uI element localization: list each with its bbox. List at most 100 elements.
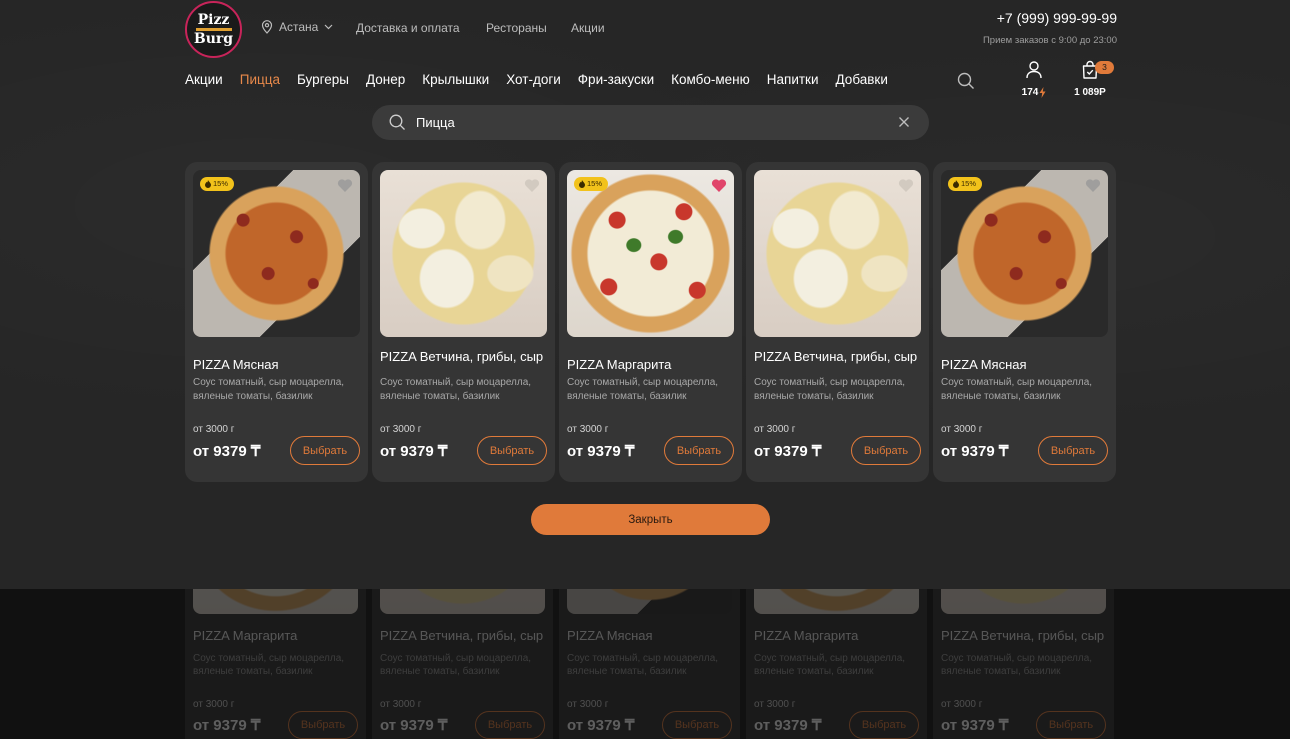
discount-badge: 15% bbox=[574, 177, 609, 191]
search-results: 15% PIZZA Мясная Соус томатный, сыр моца… bbox=[185, 162, 1117, 482]
clear-search-icon[interactable] bbox=[898, 116, 910, 128]
product-description: Соус томатный, сыр моцарелла, вяленые то… bbox=[567, 377, 719, 402]
cart-button[interactable]: 3 1 089Р bbox=[1068, 60, 1114, 98]
restaurants-link[interactable]: Рестораны bbox=[486, 21, 547, 35]
chevron-down-icon bbox=[324, 24, 333, 30]
heart-icon[interactable] bbox=[898, 178, 914, 193]
product-image[interactable] bbox=[754, 170, 921, 337]
search-field-icon bbox=[389, 114, 405, 130]
product-image[interactable]: 15% bbox=[567, 170, 734, 337]
nav-item-drinks[interactable]: Напитки bbox=[767, 72, 819, 90]
discount-value: 15% bbox=[961, 179, 977, 188]
heart-icon[interactable] bbox=[524, 178, 540, 193]
search-bar bbox=[372, 105, 929, 140]
background-product-title: PIZZA Маргарита bbox=[193, 628, 298, 643]
nav-item-pizza[interactable]: Пицца bbox=[240, 72, 280, 90]
logo-text-top: Pizz bbox=[197, 11, 230, 28]
background-product-title: PIZZA Ветчина, грибы, сыр bbox=[380, 628, 544, 643]
background-select-button: Выбрать bbox=[288, 711, 358, 739]
nav-item-burgers[interactable]: Бургеры bbox=[297, 72, 349, 90]
logo[interactable]: Pizz Burg bbox=[185, 1, 242, 58]
discount-badge: 15% bbox=[948, 177, 983, 191]
product-description: Соус томатный, сыр моцарелла, вяленые то… bbox=[754, 377, 906, 402]
background-select-button: Выбрать bbox=[849, 711, 919, 739]
product-price: от 9379 ₸ bbox=[193, 443, 261, 460]
search-icon[interactable] bbox=[957, 72, 975, 90]
heart-icon[interactable] bbox=[337, 178, 353, 193]
nav-item-combo[interactable]: Комбо-меню bbox=[671, 72, 750, 90]
background-select-button: Выбрать bbox=[475, 711, 545, 739]
background-product-description: Соус томатный, сыр моцарелла, вяленые то… bbox=[380, 653, 532, 677]
background-select-button: Выбрать bbox=[1036, 711, 1106, 739]
background-product-title: PIZZA Мясная bbox=[567, 628, 653, 643]
nav-item-promotions[interactable]: Акции bbox=[185, 72, 223, 90]
background-product-description: Соус томатный, сыр моцарелла, вяленые то… bbox=[567, 653, 719, 677]
background-product-weight: от 3000 г bbox=[941, 699, 983, 710]
background-product-weight: от 3000 г bbox=[193, 699, 235, 710]
select-button[interactable]: Выбрать bbox=[1038, 436, 1108, 465]
nav-item-wings[interactable]: Крылышки bbox=[422, 72, 489, 90]
product-image[interactable]: 15% bbox=[193, 170, 360, 337]
heart-icon[interactable] bbox=[1085, 178, 1101, 193]
user-icon bbox=[1026, 61, 1042, 79]
background-product-description: Соус томатный, сыр моцарелла, вяленые то… bbox=[941, 653, 1093, 677]
background-product-description: Соус томатный, сыр моцарелла, вяленые то… bbox=[754, 653, 906, 677]
delivery-link[interactable]: Доставка и оплата bbox=[356, 21, 460, 35]
background-product-title: PIZZA Ветчина, грибы, сыр bbox=[941, 628, 1105, 643]
background-product-price: от 9379 ₸ bbox=[193, 717, 261, 734]
product-card[interactable]: PIZZA Ветчина, грибы, сыр Соус томатный,… bbox=[372, 162, 555, 482]
product-weight: от 3000 г bbox=[193, 424, 235, 435]
nav-item-fries-snacks[interactable]: Фри-закуски bbox=[578, 72, 654, 90]
category-nav: Акции Пицца Бургеры Донер Крылышки Хот-д… bbox=[185, 72, 905, 90]
product-price: от 9379 ₸ bbox=[941, 443, 1009, 460]
nav-item-extras[interactable]: Добавки bbox=[836, 72, 888, 90]
product-price: от 9379 ₸ bbox=[754, 443, 822, 460]
close-button[interactable]: Закрыть bbox=[531, 504, 770, 535]
cart-count-badge: 3 bbox=[1095, 61, 1114, 74]
product-weight: от 3000 г bbox=[941, 424, 983, 435]
discount-value: 15% bbox=[587, 179, 603, 188]
background-product-title: PIZZA Маргарита bbox=[754, 628, 859, 643]
promotions-link[interactable]: Акции bbox=[571, 21, 605, 35]
product-card[interactable]: PIZZA Ветчина, грибы, сыр Соус томатный,… bbox=[746, 162, 929, 482]
product-weight: от 3000 г bbox=[754, 424, 796, 435]
background-product-price: от 9379 ₸ bbox=[941, 717, 1009, 734]
product-card[interactable]: 15% PIZZA Мясная Соус томатный, сыр моца… bbox=[185, 162, 368, 482]
fire-icon bbox=[953, 180, 959, 188]
phone-number[interactable]: +7 (999) 999-99-99 bbox=[997, 10, 1117, 26]
product-image[interactable] bbox=[380, 170, 547, 337]
fire-icon bbox=[205, 180, 211, 188]
city-name: Астана bbox=[279, 20, 319, 34]
product-weight: от 3000 г bbox=[380, 424, 422, 435]
product-description: Соус томатный, сыр моцарелла, вяленые то… bbox=[193, 377, 345, 402]
nav-item-doner[interactable]: Донер bbox=[366, 72, 405, 90]
product-price: от 9379 ₸ bbox=[380, 443, 448, 460]
product-card[interactable]: 15% PIZZA Маргарита Соус томатный, сыр м… bbox=[559, 162, 742, 482]
product-description: Соус томатный, сыр моцарелла, вяленые то… bbox=[380, 377, 532, 402]
discount-value: 15% bbox=[213, 179, 229, 188]
select-button[interactable]: Выбрать bbox=[664, 436, 734, 465]
background-product-description: Соус томатный, сыр моцарелла, вяленые то… bbox=[193, 653, 345, 677]
background-product-weight: от 3000 г bbox=[754, 699, 796, 710]
product-image[interactable]: 15% bbox=[941, 170, 1108, 337]
account-button[interactable]: 174 bbox=[1018, 60, 1050, 98]
background-select-button: Выбрать bbox=[662, 711, 732, 739]
search-input[interactable] bbox=[416, 113, 866, 132]
select-button[interactable]: Выбрать bbox=[290, 436, 360, 465]
product-card[interactable]: 15% PIZZA Мясная Соус томатный, сыр моца… bbox=[933, 162, 1116, 482]
discount-badge: 15% bbox=[200, 177, 235, 191]
search-overlay: Pizz Burg Астана Доставка и оплата Ресто… bbox=[0, 0, 1290, 589]
cart-total: 1 089Р bbox=[1074, 87, 1106, 98]
city-selector[interactable]: Астана bbox=[261, 20, 333, 34]
product-price: от 9379 ₸ bbox=[567, 443, 635, 460]
nav-item-hotdogs[interactable]: Хот-доги bbox=[506, 72, 561, 90]
product-weight: от 3000 г bbox=[567, 424, 609, 435]
select-button[interactable]: Выбрать bbox=[477, 436, 547, 465]
background-product-price: от 9379 ₸ bbox=[754, 717, 822, 734]
select-button[interactable]: Выбрать bbox=[851, 436, 921, 465]
logo-text-bottom: Burg bbox=[193, 30, 234, 47]
lightning-icon bbox=[1039, 87, 1046, 98]
working-hours: Прием заказов с 9:00 до 23:00 bbox=[982, 35, 1117, 46]
background-product-price: от 9379 ₸ bbox=[380, 717, 448, 734]
heart-icon-active[interactable] bbox=[711, 178, 727, 193]
